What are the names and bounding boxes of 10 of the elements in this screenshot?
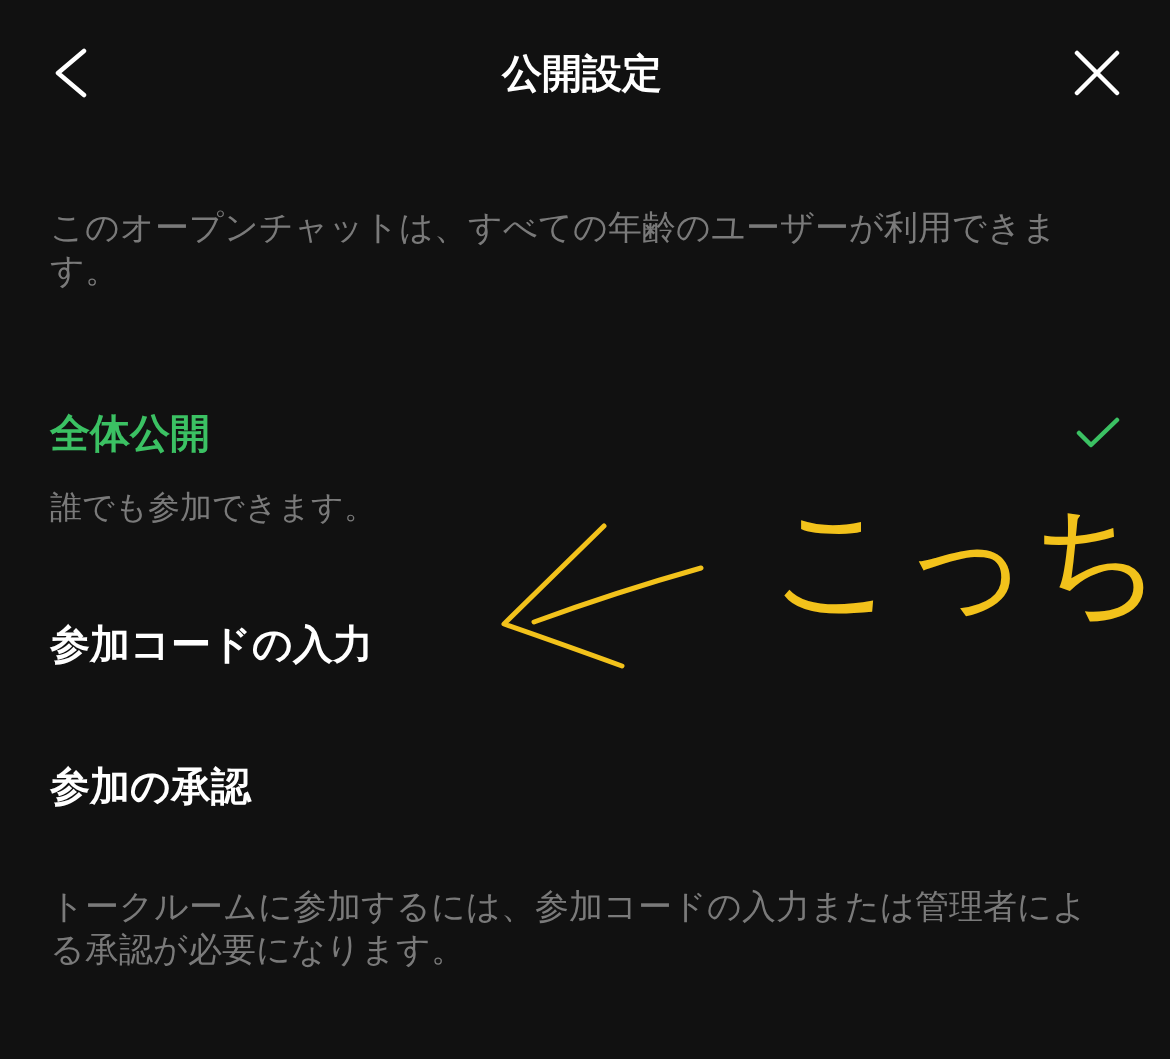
option-description: 誰でも参加できます。	[50, 488, 377, 527]
checkmark-icon	[1076, 416, 1120, 450]
close-button[interactable]	[1072, 48, 1122, 98]
screen-title: 公開設定	[502, 53, 662, 93]
annotation-text: こっち	[770, 495, 1163, 623]
visibility-option[interactable]: 参加コードの入力	[50, 614, 373, 674]
visibility-option[interactable]: 参加の承認	[50, 756, 251, 816]
visibility-option[interactable]: 全体公開	[50, 403, 210, 463]
description-text: このオープンチャットは、すべての年齢のユーザーが利用できます。	[49, 207, 1058, 291]
footer-note: トークルームに参加するには、参加コードの入力または管理者による承認が必要になります。	[49, 886, 1088, 970]
